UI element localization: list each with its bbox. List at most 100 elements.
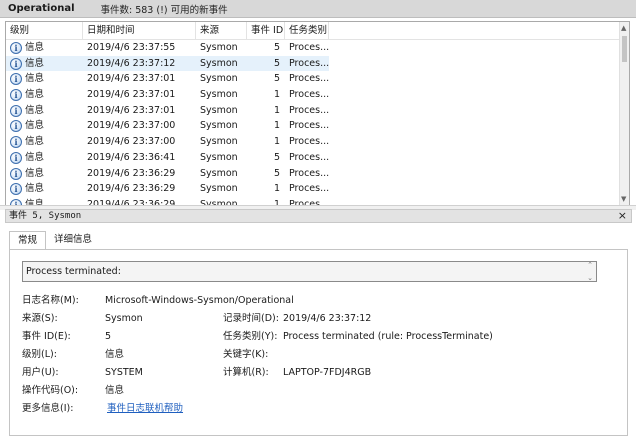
user-label: 用户(U):	[22, 367, 59, 378]
info-icon: i	[10, 167, 22, 180]
table-row[interactable]: i 信息 2019/4/6 23:37:00 Sysmon 1 Proces...	[6, 134, 619, 150]
event-detail-title: 事件 5, Sysmon	[9, 211, 82, 221]
detail-tabs: 常规 详细信息	[9, 231, 100, 250]
column-header-level[interactable]: 级别	[6, 22, 83, 39]
opcode-value: 信息	[105, 385, 125, 396]
cell-event-id: 5	[273, 151, 280, 163]
cell-level: 信息	[25, 183, 45, 195]
table-row[interactable]: i 信息 2019/4/6 23:37:12 Sysmon 5 Proces...	[6, 55, 619, 72]
table-row[interactable]: i 信息 2019/4/6 23:36:29 Sysmon 1 Proces...	[6, 181, 619, 197]
more-info-label: 更多信息(I):	[22, 403, 74, 414]
table-row[interactable]: i 信息 2019/4/6 23:37:00 Sysmon 1 Proces...	[6, 118, 619, 134]
info-icon: i	[10, 57, 22, 70]
log-name-value: Microsoft-Windows-Sysmon/Operational	[105, 295, 294, 306]
cell-datetime: 2019/4/6 23:37:01	[87, 104, 176, 116]
event-list-scrollbar[interactable]: ▲ ▼	[619, 22, 629, 205]
cell-task-category: Proces...	[289, 42, 330, 53]
cell-event-id: 5	[273, 42, 280, 53]
cell-level: 信息	[25, 42, 45, 53]
table-row[interactable]: i 信息 2019/4/6 23:37:55 Sysmon 5 Proces...	[6, 40, 619, 56]
cell-event-id: 5	[273, 73, 280, 85]
cell-datetime: 2019/4/6 23:36:29	[87, 183, 176, 195]
cell-level: 信息	[25, 120, 45, 132]
cell-event-id: 5	[273, 167, 280, 179]
task-category-label: 任务类别(Y):	[223, 331, 278, 342]
cell-source: Sysmon	[200, 151, 238, 163]
cell-datetime: 2019/4/6 23:36:41	[87, 151, 176, 163]
column-header-task-category[interactable]: 任务类别	[285, 22, 329, 39]
event-detail-header: 事件 5, Sysmon ×	[5, 209, 632, 223]
column-header-datetime[interactable]: 日期和时间	[83, 22, 196, 39]
user-value: SYSTEM	[105, 367, 143, 378]
cell-task-category: Proces...	[289, 104, 330, 116]
scroll-down-icon[interactable]: ▼	[621, 195, 626, 203]
description-scroll-up-icon[interactable]: ⌃	[587, 261, 593, 269]
cell-event-id: 1	[273, 183, 280, 195]
cell-task-category: Proces...	[289, 167, 330, 179]
cell-datetime: 2019/4/6 23:37:01	[87, 89, 176, 101]
cell-datetime: 2019/4/6 23:37:01	[87, 73, 176, 85]
scroll-thumb[interactable]	[622, 36, 627, 62]
cell-level: 信息	[25, 89, 45, 101]
cell-source: Sysmon	[200, 136, 238, 148]
cell-event-id: 5	[273, 57, 280, 69]
close-icon[interactable]: ×	[618, 209, 627, 223]
cell-level: 信息	[25, 104, 45, 116]
cell-datetime: 2019/4/6 23:37:00	[87, 120, 176, 132]
info-icon: i	[10, 42, 22, 54]
cell-source: Sysmon	[200, 183, 238, 195]
level-value: 信息	[105, 349, 125, 360]
cell-source: Sysmon	[200, 42, 238, 53]
cell-event-id: 1	[273, 120, 280, 132]
event-description: Process terminated:	[26, 266, 121, 277]
table-row[interactable]: i 信息 2019/4/6 23:36:29 Sysmon 5 Proces...	[6, 166, 619, 182]
opcode-label: 操作代码(O):	[22, 385, 79, 396]
scroll-up-icon[interactable]: ▲	[621, 24, 626, 32]
cell-source: Sysmon	[200, 104, 238, 116]
table-row[interactable]: i 信息 2019/4/6 23:37:01 Sysmon 1 Proces...	[6, 87, 619, 103]
computer-label: 计算机(R):	[223, 367, 269, 378]
info-icon: i	[10, 89, 22, 102]
cell-event-id: 1	[273, 89, 280, 101]
online-help-link[interactable]: 事件日志联机帮助	[107, 402, 183, 415]
event-id-label: 事件 ID(E):	[22, 331, 71, 342]
source-value: Sysmon	[105, 313, 143, 324]
column-header-source[interactable]: 来源	[196, 22, 247, 39]
cell-task-category: Proces...	[289, 57, 330, 69]
tab-general[interactable]: 常规	[9, 231, 47, 250]
column-header-event-id[interactable]: 事件 ID	[247, 22, 285, 39]
source-label: 来源(S):	[22, 313, 58, 324]
cell-source: Sysmon	[200, 73, 238, 85]
cell-datetime: 2019/4/6 23:37:00	[87, 136, 176, 148]
event-id-value: 5	[105, 331, 112, 342]
keywords-label: 关键字(K):	[223, 349, 269, 360]
cell-source: Sysmon	[200, 167, 238, 179]
info-icon: i	[10, 104, 22, 117]
cell-source: Sysmon	[200, 89, 238, 101]
cell-source: Sysmon	[200, 57, 238, 69]
table-row[interactable]: i 信息 2019/4/6 23:37:01 Sysmon 1 Proces...	[6, 103, 619, 119]
log-name-label: 日志名称(M):	[22, 295, 79, 306]
log-title: Operational	[8, 3, 75, 14]
tab-details[interactable]: 详细信息	[46, 231, 100, 250]
computer-value: LAPTOP-7FDJ4RGB	[283, 367, 372, 378]
cell-level: 信息	[25, 167, 45, 179]
event-list[interactable]: 级别 日期和时间 来源 事件 ID 任务类别 i 信息 2019/4/6 23:37…	[5, 21, 630, 206]
table-row[interactable]: i 信息 2019/4/6 23:36:41 Sysmon 5 Proces...	[6, 150, 619, 166]
cell-task-category: Proces...	[289, 183, 330, 195]
table-row[interactable]: i 信息 2019/4/6 23:37:01 Sysmon 5 Proces...	[6, 71, 619, 87]
info-icon: i	[10, 151, 22, 164]
cell-event-id: 1	[273, 104, 280, 116]
log-header-bar: Operational 事件数: 583 (!) 可用的新事件	[0, 0, 636, 18]
cell-datetime: 2019/4/6 23:37:55	[87, 42, 176, 53]
cell-task-category: Proces...	[289, 151, 330, 163]
cell-datetime: 2019/4/6 23:37:12	[87, 57, 176, 69]
cell-level: 信息	[25, 136, 45, 148]
cell-task-category: Proces...	[289, 120, 330, 132]
event-description-box[interactable]: Process terminated: ⌃ ⌄	[22, 261, 597, 282]
task-category-value: Process terminated (rule: ProcessTermina…	[283, 331, 493, 342]
cell-source: Sysmon	[200, 120, 238, 132]
cell-event-id: 1	[273, 136, 280, 148]
cell-task-category: Proces...	[289, 73, 330, 85]
description-scroll-down-icon[interactable]: ⌄	[587, 274, 593, 282]
